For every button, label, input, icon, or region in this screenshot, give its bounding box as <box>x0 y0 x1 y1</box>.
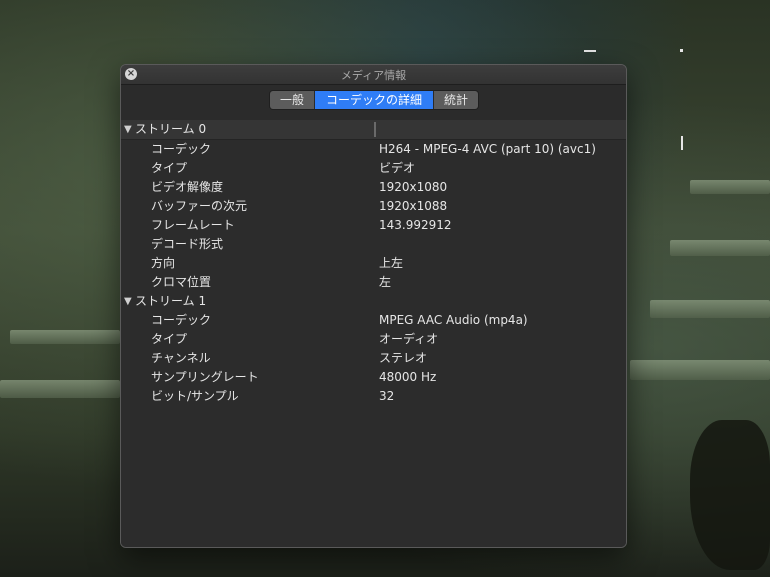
property-name: サンプリングレート <box>151 370 259 384</box>
property-row[interactable]: タイプ オーディオ <box>121 330 626 349</box>
property-value: 143.992912 <box>379 218 452 232</box>
property-name: クロマ位置 <box>151 275 212 289</box>
window-title: メディア情報 <box>340 69 407 82</box>
property-value: ビデオ <box>379 161 416 175</box>
property-row[interactable]: 方向 上左 <box>121 254 626 273</box>
hud-marker <box>584 50 596 52</box>
property-name: デコード形式 <box>151 237 224 251</box>
property-name: ビデオ解像度 <box>151 180 224 194</box>
stream-row[interactable]: ▼ ストリーム 1 <box>121 292 626 311</box>
property-value: 1920x1080 <box>379 180 448 194</box>
background-stair <box>650 300 770 318</box>
tab-statistics[interactable]: 統計 <box>434 91 478 109</box>
property-row[interactable]: サンプリングレート 48000 Hz <box>121 368 626 387</box>
tab-general[interactable]: 一般 <box>270 91 315 109</box>
property-name: コーデック <box>151 313 212 327</box>
property-row[interactable]: バッファーの次元 1920x1088 <box>121 197 626 216</box>
titlebar: × メディア情報 <box>121 65 626 85</box>
property-row[interactable]: クロマ位置 左 <box>121 273 626 292</box>
codec-details-tree: ▼ ストリーム 0 コーデック H264 - MPEG-4 AVC (part … <box>121 120 626 547</box>
stream-label: ストリーム 0 <box>135 122 207 136</box>
property-value: 32 <box>379 389 395 403</box>
tab-codec-details[interactable]: コーデックの詳細 <box>315 91 434 109</box>
property-name: タイプ <box>151 161 188 175</box>
hud-marker <box>680 49 683 52</box>
property-name: ビット/サンプル <box>151 389 239 403</box>
property-row[interactable]: チャンネル ステレオ <box>121 349 626 368</box>
property-value: 上左 <box>379 256 404 270</box>
property-row[interactable]: フレームレート 143.992912 <box>121 216 626 235</box>
background-figure <box>690 420 770 570</box>
property-name: 方向 <box>151 256 176 270</box>
property-name: チャンネル <box>151 351 211 365</box>
property-row[interactable]: タイプ ビデオ <box>121 159 626 178</box>
tab-bar: 一般 コーデックの詳細 統計 <box>121 85 626 115</box>
background-stair <box>10 330 120 344</box>
stream-label: ストリーム 1 <box>135 294 207 308</box>
property-row[interactable]: デコード形式 <box>121 235 626 254</box>
background-stair <box>0 380 120 398</box>
background-stair <box>630 360 770 380</box>
hud-cursor <box>681 136 683 150</box>
property-row[interactable]: ビット/サンプル 32 <box>121 387 626 406</box>
property-row[interactable]: ビデオ解像度 1920x1080 <box>121 178 626 197</box>
segmented-control: 一般 コーデックの詳細 統計 <box>269 90 479 110</box>
property-row[interactable]: コーデック MPEG AAC Audio (mp4a) <box>121 311 626 330</box>
property-value: 1920x1088 <box>379 199 448 213</box>
disclosure-triangle-icon[interactable]: ▼ <box>124 292 132 311</box>
background-stair <box>690 180 770 194</box>
property-value: 48000 Hz <box>379 370 437 384</box>
property-value: H264 - MPEG-4 AVC (part 10) (avc1) <box>379 142 596 156</box>
property-name: フレームレート <box>151 218 235 232</box>
property-name: コーデック <box>151 142 212 156</box>
property-name: タイプ <box>151 332 188 346</box>
property-value: オーディオ <box>379 332 439 346</box>
disclosure-triangle-icon[interactable]: ▼ <box>124 120 132 139</box>
property-row[interactable]: コーデック H264 - MPEG-4 AVC (part 10) (avc1) <box>121 140 626 159</box>
property-value: 左 <box>379 275 392 289</box>
media-info-window: × メディア情報 一般 コーデックの詳細 統計 ▼ ストリーム 0 コーデック … <box>120 64 627 548</box>
background-stair <box>670 240 770 256</box>
property-value: ステレオ <box>379 351 428 365</box>
column-divider[interactable] <box>374 122 376 137</box>
property-name: バッファーの次元 <box>151 199 248 213</box>
stream-row[interactable]: ▼ ストリーム 0 <box>121 120 626 140</box>
property-value: MPEG AAC Audio (mp4a) <box>379 313 528 327</box>
